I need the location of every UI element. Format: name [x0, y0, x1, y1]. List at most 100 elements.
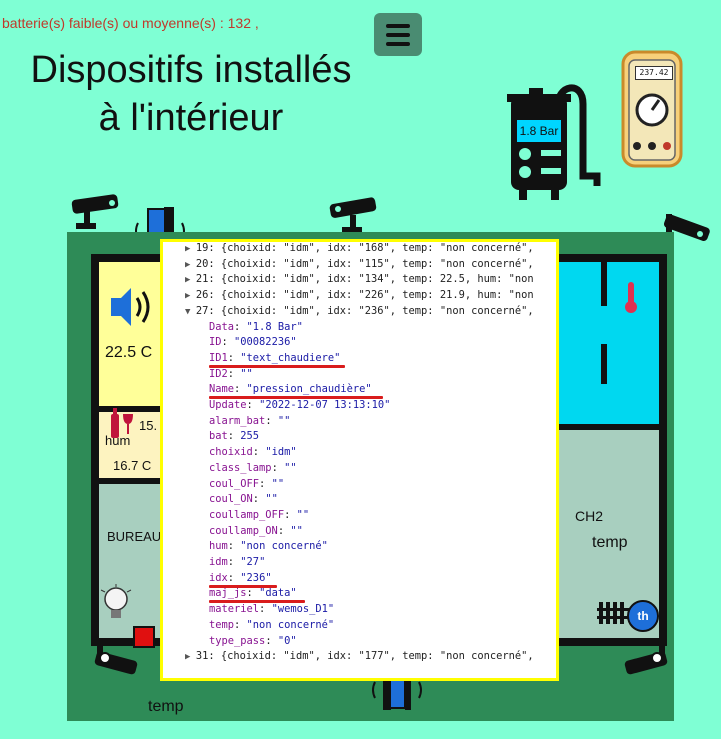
- property-key: coul_OFF: [209, 477, 260, 490]
- console-expanded-entry[interactable]: ▼ 27: {choixid: "idm", idx: "236", temp:…: [185, 305, 534, 317]
- property-key: Name: [209, 383, 235, 396]
- console-property: coullamp_OFF: "": [209, 509, 309, 521]
- wall: [659, 254, 667, 646]
- console-collapsed-entry[interactable]: ▶ 20: {choixid: "idm", idx: "115", temp:…: [185, 258, 534, 270]
- temperature-value-2: 16.7 C: [113, 458, 152, 473]
- property-value: "": [290, 524, 303, 537]
- property-separator: :: [234, 618, 247, 631]
- property-key: Update: [209, 399, 247, 411]
- property-value: "": [265, 493, 278, 506]
- property-separator: :: [227, 571, 241, 584]
- property-key: bat: [209, 430, 228, 443]
- property-value: "236": [240, 571, 272, 584]
- lightbulb-icon[interactable]: [99, 584, 133, 627]
- console-property: hum: "non concerné": [209, 540, 328, 552]
- ch2-label: CH2: [575, 508, 604, 524]
- console-property: ID2: "": [209, 368, 253, 380]
- boiler-pressure-value: 1.8 Bar: [517, 120, 561, 142]
- property-key: hum: [209, 540, 228, 553]
- property-key: Data: [209, 320, 235, 333]
- property-separator: :: [265, 634, 278, 647]
- property-value: "1.8 Bar": [246, 320, 303, 333]
- property-key: type_pass: [209, 634, 266, 647]
- hamburger-icon-bar: [386, 32, 410, 37]
- console-inspector-panel[interactable]: ▶ 19: {choixid: "idm", idx: "168", temp:…: [160, 239, 559, 681]
- console-collapsed-entry[interactable]: ▶ 21: {choixid: "idm", idx: "134", temp:…: [185, 273, 534, 285]
- console-property: materiel: "wemos_D1": [209, 603, 334, 615]
- object-preview: choixid: "idm", idx: "134", temp: 22.5, …: [227, 273, 534, 286]
- console-property: Data: "1.8 Bar": [209, 321, 303, 333]
- object-preview: choixid: "idm", idx: "226", temp: 21.9, …: [227, 289, 534, 302]
- page-title-line2: à l'intérieur: [98, 97, 284, 139]
- console-property: bat: 255: [209, 430, 259, 442]
- hamburger-icon: [386, 23, 410, 28]
- property-key: coullamp_OFF: [209, 508, 285, 521]
- thermostat-button[interactable]: th: [627, 600, 659, 632]
- expand-triangle-icon[interactable]: ▶: [185, 275, 196, 285]
- speaker-icon[interactable]: [109, 284, 157, 335]
- property-key: coul_ON: [209, 493, 253, 506]
- property-separator: :: [221, 336, 235, 349]
- property-value: "text_chaudiere": [240, 351, 341, 364]
- expand-triangle-icon[interactable]: ▶: [185, 291, 196, 301]
- property-key: temp: [209, 618, 235, 631]
- wall: [91, 254, 167, 262]
- property-key: ID1: [209, 351, 228, 364]
- console-property: coullamp_ON: "": [209, 525, 303, 537]
- property-separator: :: [227, 430, 241, 443]
- console-collapsed-entry[interactable]: ▶ 19: {choixid: "idm", idx: "168", temp:…: [185, 242, 534, 254]
- console-property: ID1: "text_chaudiere": [209, 352, 340, 364]
- property-separator: :: [227, 556, 241, 568]
- expand-triangle-icon[interactable]: ▶: [185, 652, 196, 662]
- console-property: temp: "non concerné": [209, 619, 334, 631]
- camera-icon[interactable]: [621, 638, 671, 687]
- array-index: 26: {: [195, 289, 228, 302]
- property-key: alarm_bat: [209, 414, 266, 427]
- property-value: "non concerné": [246, 618, 335, 631]
- wall: [551, 254, 667, 262]
- property-value: "": [277, 414, 291, 427]
- property-value: "": [240, 367, 253, 380]
- console-collapsed-entry[interactable]: ▶ 26: {choixid: "idm", idx: "226", temp:…: [185, 289, 534, 301]
- property-separator: :: [246, 587, 260, 600]
- property-value: "wemos_D1": [271, 603, 335, 616]
- camera-icon[interactable]: [91, 638, 141, 687]
- multimeter-icon[interactable]: 237.42: [621, 50, 683, 168]
- property-key: ID2: [209, 367, 228, 380]
- page-title-line1: Dispositifs installés: [30, 49, 352, 91]
- console-collapsed-entry[interactable]: ▶ 31: {choixid: "idm", idx: "177", temp:…: [185, 650, 534, 662]
- property-value: 255: [240, 430, 260, 443]
- property-value: "pression_chaudière": [246, 383, 372, 396]
- wall: [91, 254, 99, 646]
- array-index: 20: {: [195, 257, 228, 270]
- collapse-triangle-icon[interactable]: ▼: [185, 307, 196, 317]
- property-value: "": [296, 508, 310, 521]
- property-separator: :: [277, 524, 291, 537]
- console-property: coul_OFF: "": [209, 478, 284, 490]
- property-separator: :: [234, 383, 247, 396]
- property-key: materiel: [209, 603, 260, 616]
- salon-temperature: 22.5 C: [105, 344, 153, 361]
- property-value: "idm": [265, 446, 297, 459]
- page-title: Dispositifs installés à l'intérieur: [0, 46, 382, 142]
- property-separator: :: [227, 351, 241, 364]
- console-property: Name: "pression_chaudière": [209, 383, 372, 395]
- bureau-label: BUREAU: [107, 529, 162, 544]
- property-value: "27": [240, 556, 266, 568]
- property-key: idm: [209, 556, 228, 568]
- room-right-top[interactable]: [555, 260, 659, 426]
- console-property: coul_ON: "": [209, 493, 278, 505]
- thermostat-label: th: [637, 609, 649, 623]
- expand-triangle-icon[interactable]: ▶: [185, 244, 196, 254]
- array-index: 21: {: [195, 273, 228, 286]
- expand-triangle-icon[interactable]: ▶: [185, 260, 196, 270]
- wine-icon[interactable]: [107, 406, 137, 445]
- thermometer-icon[interactable]: [623, 280, 639, 319]
- object-preview: choixid: "idm", idx: "177", temp: "non c…: [227, 650, 534, 663]
- property-separator: :: [252, 446, 266, 459]
- property-separator: :: [271, 461, 285, 474]
- property-separator: :: [234, 320, 247, 333]
- boiler-icon[interactable]: 1.8 Bar: [505, 78, 605, 206]
- property-value: "data": [259, 587, 297, 600]
- wall: [97, 478, 163, 484]
